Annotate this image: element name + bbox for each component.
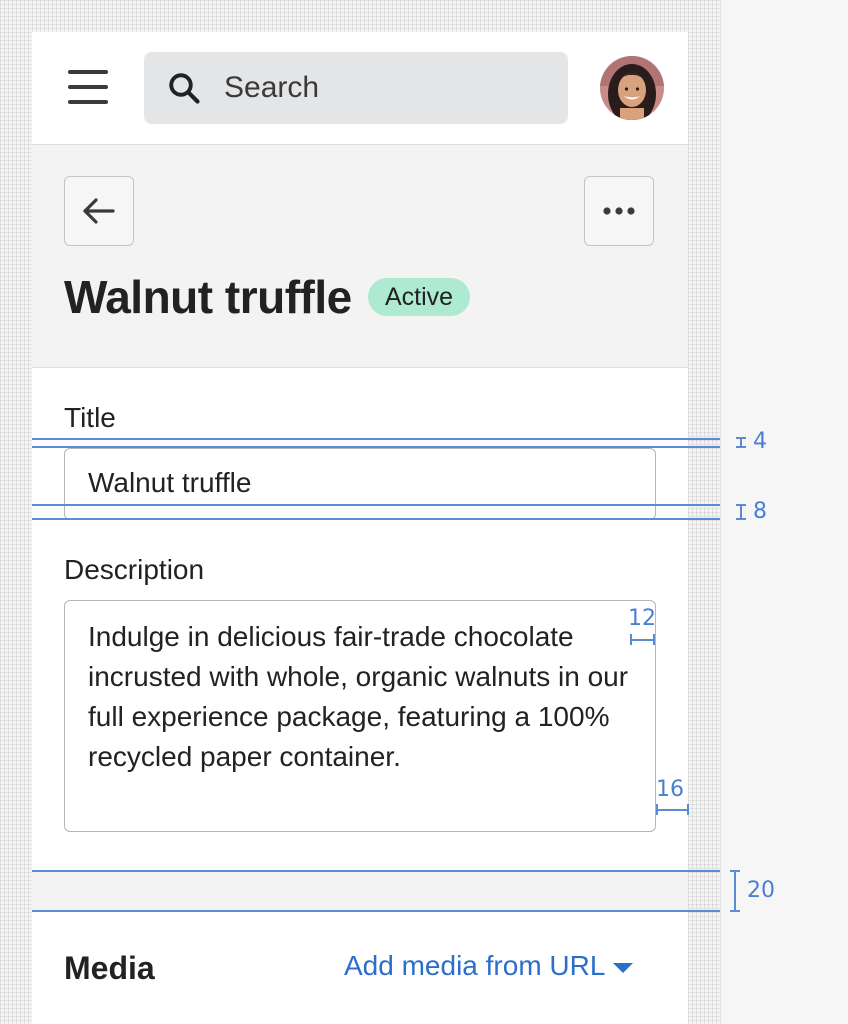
page-title: Walnut truffle bbox=[64, 271, 352, 323]
menu-button[interactable] bbox=[68, 70, 108, 104]
hamburger-menu-icon bbox=[68, 70, 108, 74]
search-placeholder: Search bbox=[224, 71, 320, 104]
field-gap-measure: 8 bbox=[753, 499, 767, 524]
spacing-tick bbox=[630, 639, 654, 641]
spacing-tick bbox=[630, 634, 632, 645]
spacing-tick bbox=[653, 634, 655, 645]
spacing-guide-line bbox=[32, 446, 720, 448]
section-divider bbox=[32, 870, 688, 912]
spacing-tick bbox=[740, 504, 742, 518]
add-media-link-label: Add media from URL bbox=[344, 950, 606, 981]
ellipsis-horizontal-icon bbox=[603, 207, 635, 215]
spacing-tick bbox=[656, 809, 688, 811]
status-badge: Active bbox=[368, 278, 471, 316]
search-input[interactable]: Search bbox=[144, 52, 568, 124]
arrow-left-icon bbox=[83, 198, 115, 224]
section-gap-measure: 20 bbox=[747, 878, 775, 903]
page-header: Walnut truffle Active bbox=[32, 145, 688, 368]
spacing-tick bbox=[736, 446, 746, 448]
spacing-guide-line bbox=[32, 438, 720, 440]
title-field-label: Title bbox=[64, 402, 116, 433]
spacing-guide-line bbox=[32, 504, 720, 506]
mobile-screen: Search Walnut truffle Active Title Walnu… bbox=[32, 32, 688, 1024]
spacing-tick bbox=[687, 804, 689, 815]
spacing-tick bbox=[730, 910, 740, 912]
inner-padding-top-measure: 12 bbox=[628, 606, 656, 631]
label-gap-measure: 4 bbox=[753, 429, 767, 454]
description-field-label: Description bbox=[64, 554, 205, 585]
spacing-guide-line bbox=[32, 518, 720, 520]
title-field[interactable]: Walnut truffle bbox=[64, 448, 656, 520]
top-bar: Search bbox=[32, 32, 688, 145]
add-media-from-url-link[interactable]: Add media from URL bbox=[344, 950, 634, 982]
spacing-guide-line bbox=[32, 870, 720, 872]
spacing-tick bbox=[734, 870, 736, 910]
back-button[interactable] bbox=[64, 176, 134, 246]
search-icon bbox=[169, 73, 200, 104]
avatar[interactable] bbox=[600, 56, 664, 120]
inner-padding-side-measure: 16 bbox=[656, 777, 684, 802]
spacing-tick bbox=[656, 804, 658, 815]
caret-down-icon bbox=[613, 962, 634, 973]
hamburger-line bbox=[68, 100, 108, 104]
spacing-tick bbox=[736, 518, 746, 520]
hamburger-line bbox=[68, 85, 108, 89]
more-actions-button[interactable] bbox=[584, 176, 654, 246]
description-textarea[interactable]: Indulge in delicious fair-trade chocolat… bbox=[64, 600, 656, 832]
media-heading: Media bbox=[64, 950, 155, 986]
spacing-guide-line bbox=[32, 910, 720, 912]
user-photo bbox=[600, 56, 664, 120]
